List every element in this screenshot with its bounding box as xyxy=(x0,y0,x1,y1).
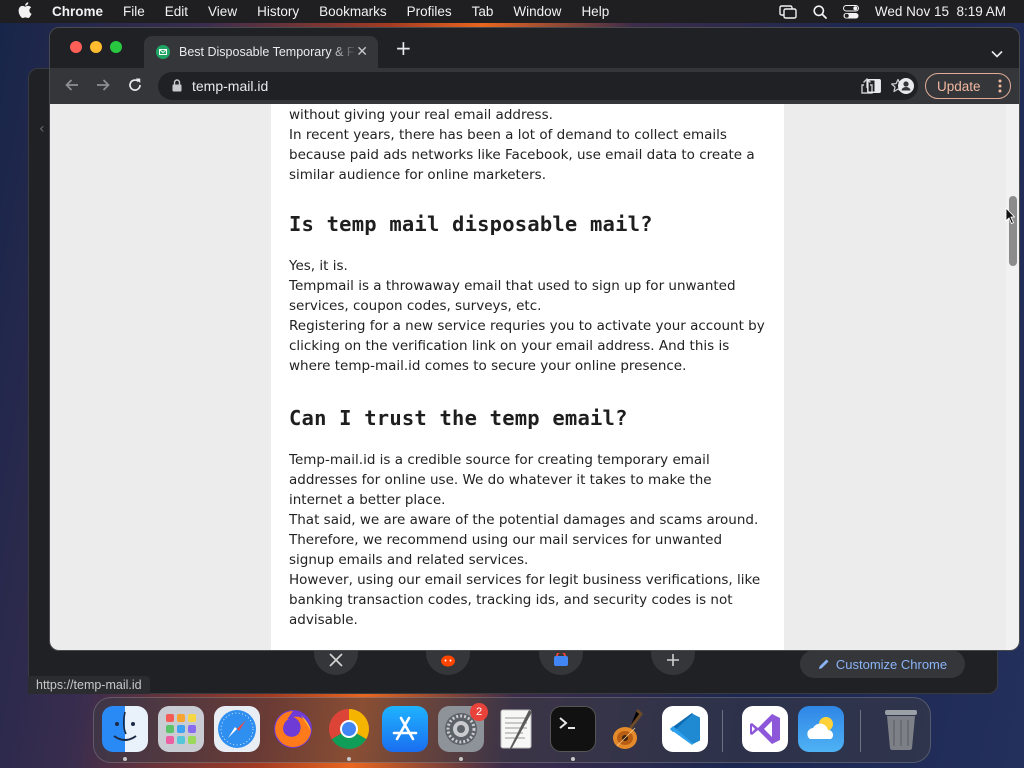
article-paragraph: Temp-mail.id is a credible source for cr… xyxy=(289,452,712,508)
web-store-icon xyxy=(554,653,568,666)
article-paragraph: However, using our email services for le… xyxy=(289,572,761,628)
firefox-icon[interactable] xyxy=(270,706,316,752)
article-paragraph: without giving your real email address. xyxy=(289,107,553,123)
menu-view[interactable]: View xyxy=(208,4,237,19)
chrome-icon[interactable] xyxy=(326,706,372,752)
vscode-icon[interactable] xyxy=(662,706,708,752)
menu-history[interactable]: History xyxy=(257,4,299,19)
trash-icon[interactable] xyxy=(878,706,924,752)
dock-running-indicator xyxy=(459,757,463,761)
dock-running-indicator xyxy=(123,757,127,761)
textedit-icon[interactable] xyxy=(494,706,540,752)
update-label: Update xyxy=(937,78,981,94)
back-arrow-icon: ‹ xyxy=(39,121,45,137)
article-paragraph: Registering for a new service requries y… xyxy=(289,318,765,374)
article-paragraph: In recent years, there has been a lot of… xyxy=(289,127,755,183)
menu-bar: Chrome File Edit View History Bookmarks … xyxy=(0,0,1024,23)
customize-chrome-button[interactable]: Customize Chrome xyxy=(800,650,965,678)
apple-menu-icon[interactable] xyxy=(18,2,36,21)
dock-running-indicator xyxy=(347,757,351,761)
profile-avatar-icon[interactable] xyxy=(898,78,914,98)
dock-running-indicator xyxy=(571,757,575,761)
menu-bookmarks[interactable]: Bookmarks xyxy=(319,4,387,19)
new-tab-icon[interactable]: + xyxy=(395,38,412,58)
safari-icon[interactable] xyxy=(214,706,260,752)
menu-tab[interactable]: Tab xyxy=(472,4,494,19)
link-status-url: https://temp-mail.id xyxy=(28,676,150,694)
menu-app-chrome[interactable]: Chrome xyxy=(52,4,103,19)
tab-title: Best Disposable Temporary & F xyxy=(179,45,355,59)
garageband-icon[interactable] xyxy=(606,706,652,752)
app-store-icon[interactable] xyxy=(382,706,428,752)
close-window-button[interactable] xyxy=(70,41,82,53)
update-chrome-button[interactable]: Update xyxy=(925,73,1011,99)
pencil-icon xyxy=(818,659,829,669)
customize-chrome-label: Customize Chrome xyxy=(835,656,948,672)
side-panel-icon[interactable] xyxy=(867,78,881,97)
article-paragraph: That said, we are aware of the potential… xyxy=(289,512,759,568)
tempmail-favicon-icon xyxy=(156,45,170,59)
address-bar[interactable]: temp-mail.id xyxy=(158,72,918,100)
screen-mirroring-icon[interactable] xyxy=(779,4,797,19)
menu-edit[interactable]: Edit xyxy=(165,4,188,19)
article-paragraph: Tempmail is a throwaway email that used … xyxy=(289,278,736,314)
terminal-icon[interactable] xyxy=(550,706,596,752)
control-center-icon[interactable] xyxy=(842,4,859,19)
zoom-window-button[interactable] xyxy=(110,41,122,53)
forward-icon[interactable] xyxy=(95,77,111,97)
browser-toolbar: temp-mail.id Update xyxy=(50,68,1019,104)
dock-separator xyxy=(722,710,723,752)
article-content: without giving your real email address. … xyxy=(271,104,784,650)
notification-badge: 2 xyxy=(470,703,488,721)
dock: 2 xyxy=(93,697,931,763)
article-paragraph: Yes, it is. xyxy=(289,258,348,274)
reload-icon[interactable] xyxy=(127,77,143,97)
mouse-cursor-icon xyxy=(1005,206,1016,229)
reddit-icon xyxy=(441,655,455,667)
menu-file[interactable]: File xyxy=(123,4,145,19)
finder-icon[interactable] xyxy=(102,706,148,752)
menu-help[interactable]: Help xyxy=(581,4,609,19)
tab-search-chevron-icon[interactable] xyxy=(991,43,1003,62)
back-icon[interactable] xyxy=(64,77,80,97)
visual-studio-icon[interactable] xyxy=(742,706,788,752)
close-tab-icon[interactable]: ✕ xyxy=(356,44,368,60)
tab-strip: Best Disposable Temporary & F ✕ + xyxy=(50,28,1019,68)
more-menu-icon[interactable] xyxy=(998,78,1002,97)
page-viewport: without giving your real email address. … xyxy=(50,104,1006,650)
spotlight-search-icon[interactable] xyxy=(813,4,827,19)
section-heading: Can I trust the temp email? xyxy=(289,406,628,430)
browser-window: Best Disposable Temporary & F ✕ + temp-m… xyxy=(49,27,1020,651)
minimize-window-button[interactable] xyxy=(90,41,102,53)
x-logo-icon xyxy=(329,653,343,667)
weather-icon[interactable] xyxy=(798,706,844,752)
section-heading: Is temp mail disposable mail? xyxy=(289,212,653,236)
tab-active[interactable]: Best Disposable Temporary & F ✕ xyxy=(144,36,378,68)
menubar-clock[interactable]: Wed Nov 15 8:19 AM xyxy=(875,4,1006,19)
page-scrollbar[interactable] xyxy=(1006,104,1019,650)
menu-window[interactable]: Window xyxy=(513,4,561,19)
lock-icon[interactable] xyxy=(172,77,182,96)
address-url[interactable]: temp-mail.id xyxy=(192,78,268,94)
menu-profiles[interactable]: Profiles xyxy=(407,4,452,19)
launchpad-icon[interactable] xyxy=(158,706,204,752)
dock-separator xyxy=(860,710,861,752)
plus-icon xyxy=(667,654,679,666)
